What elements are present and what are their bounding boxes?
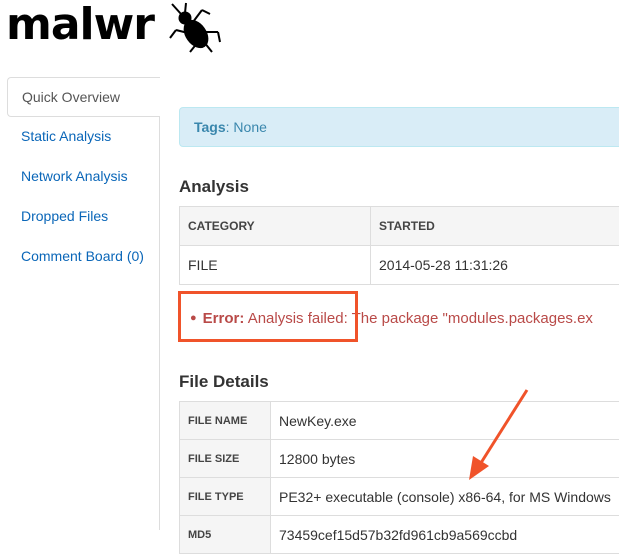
column-header-category: CATEGORY [180,207,371,246]
row-key-file-type: FILE TYPE [180,478,271,516]
tags-label: Tags [194,119,226,135]
sidebar-nav: Quick Overview Static Analysis Network A… [7,77,160,277]
file-details-table: FILE NAME NewKey.exe FILE SIZE 12800 byt… [179,401,619,554]
file-details-heading: File Details [179,372,269,392]
sidebar-divider [159,117,160,530]
logo-text: malwr [6,0,154,54]
row-value-file-type: PE32+ executable (console) x86-64, for M… [271,478,619,516]
column-header-started: STARTED [371,207,619,246]
row-value-file-name: NewKey.exe [271,402,619,440]
annotation-arrow-icon [465,388,535,483]
tags-value: : None [226,119,267,135]
sidebar-item-quick-overview[interactable]: Quick Overview [7,77,160,117]
sidebar-item-comment-board[interactable]: Comment Board (0) [7,237,160,277]
table-row: MD5 73459cef15d57b32fd961cb9a569ccbd [180,516,619,554]
sidebar-item-static-analysis[interactable]: Static Analysis [7,117,160,157]
table-row: FILE NAME NewKey.exe [180,402,619,440]
sidebar-item-network-analysis[interactable]: Network Analysis [7,157,160,197]
table-header-row: CATEGORY STARTED [180,207,619,246]
row-key-file-name: FILE NAME [180,402,271,440]
cell-category: FILE [180,246,371,285]
tags-alert: Tags: None [179,107,619,147]
table-row: FILE 2014-05-28 11:31:26 [180,246,619,285]
malwr-logo[interactable]: malwr [6,2,221,58]
row-value-file-size: 12800 bytes [271,440,619,478]
row-key-md5: MD5 [180,516,271,554]
cell-started: 2014-05-28 11:31:26 [371,246,619,285]
analysis-heading: Analysis [179,177,249,197]
table-row: FILE SIZE 12800 bytes [180,440,619,478]
row-value-md5: 73459cef15d57b32fd961cb9a569ccbd [271,516,619,554]
beetle-icon [166,2,222,56]
annotation-highlight-box [178,291,358,342]
sidebar-item-dropped-files[interactable]: Dropped Files [7,197,160,237]
row-key-file-size: FILE SIZE [180,440,271,478]
table-row: FILE TYPE PE32+ executable (console) x86… [180,478,619,516]
analysis-table: CATEGORY STARTED FILE 2014-05-28 11:31:2… [179,206,619,285]
